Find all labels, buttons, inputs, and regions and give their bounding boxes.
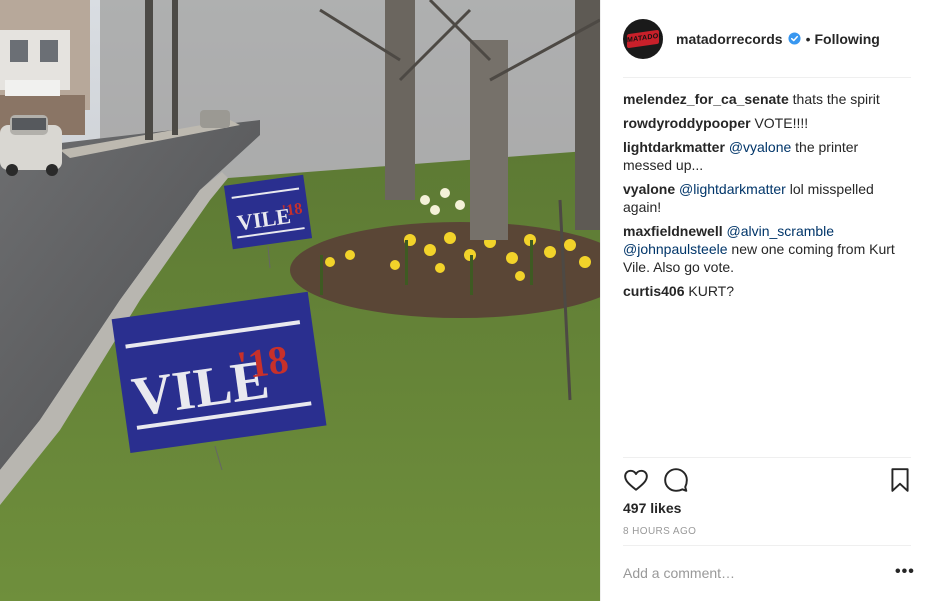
- comment-mention-link[interactable]: @alvin_scramble: [726, 223, 834, 239]
- small-sign-year: '18: [281, 200, 304, 220]
- large-yard-sign: VILE '18: [111, 291, 327, 453]
- heart-icon[interactable]: [623, 467, 649, 493]
- divider: [623, 457, 911, 458]
- verified-badge-icon: [788, 32, 801, 45]
- comment-item: melendez_for_ca_senate thats the spirit: [623, 90, 911, 108]
- photo-scene: VILE '18 VILE '18: [0, 0, 600, 601]
- comment-mention-link[interactable]: @vyalone: [729, 139, 791, 155]
- small-yard-sign: VILE '18: [223, 174, 313, 250]
- comment-item: curtis406 KURT?: [623, 282, 911, 300]
- instagram-post: VILE '18 VILE '18 MATADOR matadorrecords: [0, 0, 934, 601]
- post-photo[interactable]: VILE '18 VILE '18: [0, 0, 600, 601]
- bookmark-icon[interactable]: [889, 467, 911, 493]
- comment-mention-link[interactable]: @johnpaulsteele: [623, 241, 728, 257]
- comment-username[interactable]: curtis406: [623, 283, 684, 299]
- add-comment-input[interactable]: [623, 560, 863, 586]
- divider: [623, 545, 911, 546]
- comment-username[interactable]: lightdarkmatter: [623, 139, 725, 155]
- post-username[interactable]: matadorrecords: [676, 31, 783, 47]
- comment-text: VOTE!!!!: [754, 115, 809, 131]
- comments-list: melendez_for_ca_senate thats the spirit r…: [623, 90, 911, 306]
- post-header: MATADOR matadorrecords • Following: [623, 18, 911, 78]
- post-side-panel: MATADOR matadorrecords • Following melen…: [600, 0, 934, 601]
- header-separator: •: [805, 30, 811, 47]
- avatar[interactable]: MATADOR: [623, 18, 663, 59]
- comment-username[interactable]: melendez_for_ca_senate: [623, 91, 789, 107]
- following-button[interactable]: Following: [815, 31, 880, 47]
- comment-username[interactable]: maxfieldnewell: [623, 223, 723, 239]
- likes-count[interactable]: 497 likes: [623, 500, 681, 516]
- comment-username[interactable]: vyalone: [623, 181, 675, 197]
- comment-text: thats the spirit: [792, 91, 880, 107]
- avatar-logo-text: MATADOR: [627, 31, 663, 44]
- action-bar: [623, 467, 915, 495]
- comment-icon[interactable]: [663, 467, 689, 493]
- comment-username[interactable]: rowdyroddypooper: [623, 115, 751, 131]
- post-timestamp[interactable]: 8 HOURS AGO: [623, 526, 696, 537]
- comment-item: rowdyroddypooper VOTE!!!!: [623, 114, 911, 132]
- more-options-icon[interactable]: •••: [895, 564, 915, 580]
- comment-mention-link[interactable]: @lightdarkmatter: [679, 181, 786, 197]
- comment-text: KURT?: [688, 283, 735, 299]
- comment-item: maxfieldnewell @alvin_scramble @johnpaul…: [623, 222, 911, 276]
- large-sign-year: '18: [234, 336, 291, 388]
- comment-item: lightdarkmatter @vyalone the printer mes…: [623, 138, 911, 174]
- comment-item: vyalone @lightdarkmatter lol misspelled …: [623, 180, 911, 216]
